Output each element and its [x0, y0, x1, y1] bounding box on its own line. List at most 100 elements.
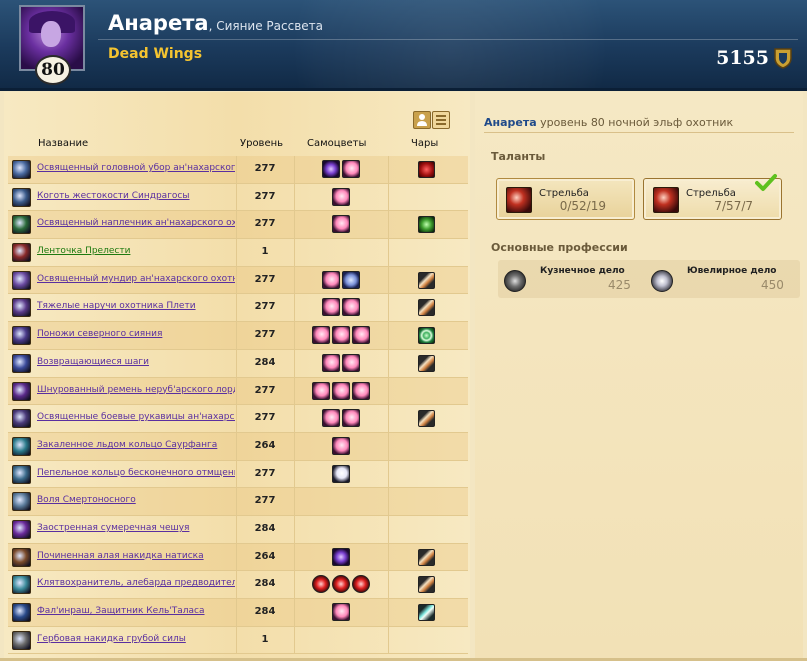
gem-icon[interactable] — [332, 436, 350, 455]
item-gems — [298, 603, 384, 621]
gem-icon[interactable] — [322, 409, 340, 428]
gem-icon[interactable] — [342, 409, 360, 428]
item-icon[interactable] — [12, 436, 31, 456]
list-view-button[interactable] — [432, 111, 450, 129]
gem-icon[interactable] — [342, 270, 360, 289]
column-header-level[interactable]: Уровень — [240, 138, 283, 149]
item-link[interactable]: Заостренная сумеречная чешуя — [37, 523, 235, 533]
item-link[interactable]: Освященный головной убор ан'нахарского о… — [37, 163, 235, 173]
item-icon[interactable] — [12, 409, 31, 429]
item-icon[interactable] — [12, 298, 31, 318]
column-separator — [388, 460, 389, 488]
enchant-icon[interactable] — [418, 604, 435, 621]
item-link[interactable]: Коготь жестокости Синдрагосы — [37, 191, 235, 201]
character-header: 80 Анарета, Сияние Рассвета Dead Wings 5… — [0, 0, 807, 91]
equipment-row: Заостренная сумеречная чешуя 284 — [8, 515, 468, 544]
item-link[interactable]: Освященный наплечник ан'нахарского охотн… — [37, 218, 235, 228]
talent-spec-1[interactable]: Стрельба 0/52/19 — [496, 178, 635, 220]
gem-icon[interactable] — [332, 547, 350, 566]
equipment-row: Освященный наплечник ан'нахарского охотн… — [8, 211, 468, 240]
item-gems — [298, 575, 384, 594]
gem-icon[interactable] — [352, 326, 370, 345]
gem-icon[interactable] — [322, 270, 340, 289]
gem-icon[interactable] — [332, 464, 350, 483]
model-view-button[interactable] — [413, 111, 431, 129]
enchant-icon[interactable] — [418, 271, 435, 289]
gem-icon[interactable] — [332, 326, 350, 345]
enchant-icon[interactable] — [418, 410, 435, 428]
item-icon[interactable] — [12, 243, 31, 263]
item-link[interactable]: Воля Смертоносного — [37, 495, 235, 505]
item-level: 284 — [254, 522, 276, 534]
item-icon[interactable] — [12, 353, 31, 373]
gem-icon[interactable] — [352, 381, 370, 400]
item-gems — [298, 187, 384, 206]
list-icon — [436, 115, 446, 125]
item-icon[interactable] — [12, 519, 31, 539]
profession-name[interactable]: Ювелирное дело — [687, 266, 777, 276]
item-icon[interactable] — [12, 575, 31, 595]
column-separator — [236, 349, 237, 377]
gem-icon[interactable] — [342, 160, 360, 178]
gem-icon[interactable] — [342, 353, 360, 372]
enchant-icon[interactable] — [418, 327, 435, 345]
item-link[interactable]: Фал'инраш, Защитник Кель'Таласа — [37, 606, 235, 616]
gem-icon[interactable] — [312, 326, 330, 345]
item-link[interactable]: Шнурованный ремень неруб'арского лорда — [37, 385, 235, 395]
item-gems — [298, 353, 384, 372]
gem-icon[interactable] — [312, 575, 330, 594]
gem-icon[interactable] — [352, 575, 370, 594]
enchant-icon[interactable] — [418, 354, 435, 372]
item-link[interactable]: Поножи северного сияния — [37, 329, 235, 339]
item-icon[interactable] — [12, 160, 31, 179]
gem-icon[interactable] — [332, 215, 350, 234]
gem-icon[interactable] — [312, 381, 330, 400]
enchant-icon[interactable] — [418, 576, 435, 594]
item-link[interactable]: Возвращающиеся шаги — [37, 357, 235, 367]
gem-icon[interactable] — [322, 353, 340, 372]
equipment-panel: Название Уровень Самоцветы Чары Освященн… — [4, 92, 470, 658]
item-link[interactable]: Починенная алая накидка натиска — [37, 551, 235, 561]
talent-spec-2[interactable]: Стрельба 7/57/7 — [643, 174, 782, 220]
equipment-row: Починенная алая накидка натиска 264 — [8, 543, 468, 572]
item-link[interactable]: Освященный мундир ан'нахарского охотника — [37, 274, 235, 284]
column-separator — [294, 377, 295, 405]
guild-link[interactable]: Dead Wings — [108, 46, 202, 62]
gem-icon[interactable] — [322, 298, 340, 317]
item-link[interactable]: Гербовая накидка грубой силы — [37, 634, 235, 644]
column-header-name[interactable]: Название — [38, 138, 88, 149]
gem-icon[interactable] — [332, 187, 350, 206]
item-link[interactable]: Закаленное льдом кольцо Саурфанга — [37, 440, 235, 450]
enchant-icon[interactable] — [418, 216, 435, 234]
summary-name[interactable]: Анарета — [484, 116, 537, 129]
item-icon[interactable] — [12, 492, 31, 512]
gem-icon[interactable] — [342, 298, 360, 317]
item-link[interactable]: Клятвохранитель, алебарда предводителя — [37, 578, 235, 588]
column-separator — [388, 488, 389, 515]
item-icon[interactable] — [12, 326, 31, 346]
achievement-points[interactable]: 5155 — [716, 47, 769, 69]
profession-name[interactable]: Кузнечное дело — [540, 266, 625, 276]
item-link[interactable]: Тяжелые наручи охотника Плети — [37, 301, 235, 311]
item-icon[interactable] — [12, 270, 31, 290]
item-icon[interactable] — [12, 381, 31, 401]
item-icon[interactable] — [12, 464, 31, 484]
item-link[interactable]: Пепельное кольцо бесконечного отмщения — [37, 468, 235, 478]
gem-icon[interactable] — [332, 575, 350, 594]
item-icon[interactable] — [12, 215, 31, 235]
item-level: 277 — [254, 495, 276, 507]
column-separator — [388, 183, 389, 211]
gem-icon[interactable] — [332, 603, 350, 621]
enchant-icon[interactable] — [418, 299, 435, 317]
enchant-icon[interactable] — [418, 548, 435, 566]
item-icon[interactable] — [12, 547, 31, 567]
gem-icon[interactable] — [332, 381, 350, 400]
item-icon[interactable] — [12, 187, 31, 207]
item-gems — [298, 547, 384, 566]
gem-icon[interactable] — [322, 160, 340, 178]
enchant-icon[interactable] — [418, 161, 435, 178]
item-link[interactable]: Ленточка Прелести — [37, 246, 235, 256]
item-icon[interactable] — [12, 630, 31, 650]
item-link[interactable]: Освященные боевые рукавицы ан'нахарского… — [37, 412, 235, 422]
item-icon[interactable] — [12, 603, 31, 622]
